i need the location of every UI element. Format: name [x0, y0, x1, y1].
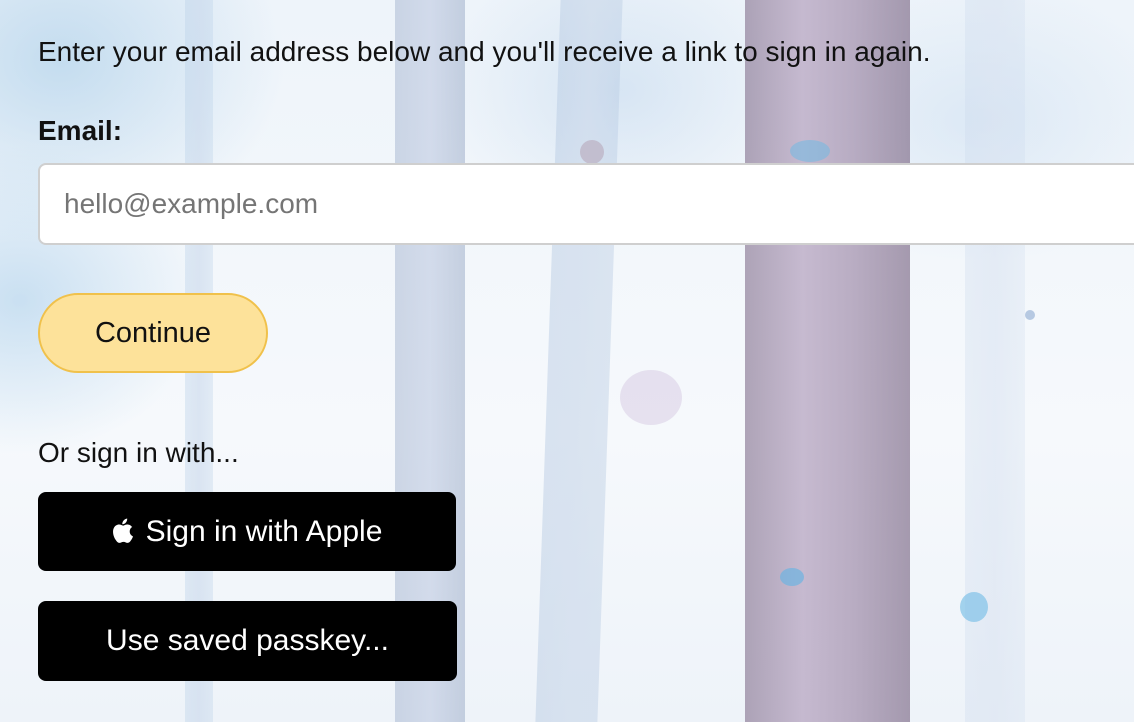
paint-splash — [1025, 310, 1035, 320]
continue-button-label: Continue — [94, 316, 212, 349]
paint-splash — [580, 140, 604, 164]
tree-trunk — [745, 0, 910, 722]
use-saved-passkey-button[interactable]: Use saved passkey... — [38, 601, 457, 681]
tree-trunk — [535, 0, 623, 722]
use-saved-passkey-label: Use saved passkey... — [106, 624, 389, 657]
email-label: Email: — [38, 115, 123, 146]
paint-splash — [620, 370, 682, 425]
paint-splash — [780, 568, 804, 586]
apple-logo-icon — [112, 518, 134, 544]
paint-splash — [960, 592, 988, 622]
paint-splash — [790, 140, 830, 162]
alternative-sign-in-heading: Or sign in with... — [38, 437, 239, 468]
sign-in-with-apple-label: Sign in with Apple — [145, 514, 383, 548]
sign-in-with-apple-button[interactable]: Sign in with Apple — [38, 492, 456, 571]
email-field[interactable] — [38, 163, 1134, 245]
continue-button[interactable]: Continue — [38, 293, 268, 373]
intro-text: Enter your email address below and you'l… — [38, 36, 931, 67]
